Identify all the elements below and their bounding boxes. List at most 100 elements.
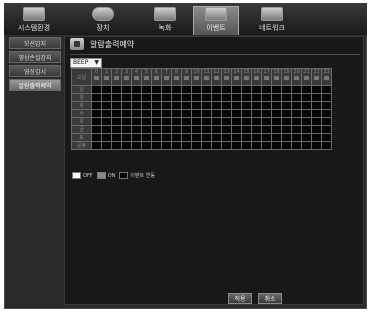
schedule-cell[interactable] bbox=[271, 117, 282, 126]
schedule-cell[interactable] bbox=[91, 109, 102, 118]
schedule-cell[interactable] bbox=[131, 85, 142, 94]
schedule-cell[interactable] bbox=[171, 109, 182, 118]
hour-checkbox[interactable] bbox=[294, 76, 299, 80]
schedule-cell[interactable] bbox=[161, 133, 172, 142]
side-item-video-loss[interactable]: 영상손실감지 bbox=[9, 51, 61, 63]
schedule-cell[interactable] bbox=[191, 141, 202, 150]
schedule-cell[interactable] bbox=[301, 141, 312, 150]
schedule-cell[interactable] bbox=[181, 101, 192, 110]
hour-checkbox[interactable] bbox=[324, 76, 329, 80]
schedule-cell[interactable] bbox=[261, 101, 272, 110]
hour-header[interactable]: 15 bbox=[241, 68, 252, 86]
schedule-cell[interactable] bbox=[271, 101, 282, 110]
schedule-cell[interactable] bbox=[241, 133, 252, 142]
schedule-cell[interactable] bbox=[221, 133, 232, 142]
hour-checkbox[interactable] bbox=[94, 76, 99, 80]
schedule-cell[interactable] bbox=[321, 85, 332, 94]
hour-checkbox[interactable] bbox=[264, 76, 269, 80]
schedule-cell[interactable] bbox=[281, 117, 292, 126]
tab-device[interactable]: 장치 bbox=[86, 6, 120, 35]
hour-header[interactable]: 7 bbox=[161, 68, 172, 86]
schedule-cell[interactable] bbox=[241, 85, 252, 94]
schedule-cell[interactable] bbox=[121, 141, 132, 150]
hour-checkbox[interactable] bbox=[154, 76, 159, 80]
schedule-cell[interactable] bbox=[231, 93, 242, 102]
schedule-cell[interactable] bbox=[311, 101, 322, 110]
schedule-cell[interactable] bbox=[301, 109, 312, 118]
schedule-cell[interactable] bbox=[181, 117, 192, 126]
schedule-cell[interactable] bbox=[221, 117, 232, 126]
schedule-cell[interactable] bbox=[261, 109, 272, 118]
schedule-cell[interactable] bbox=[131, 101, 142, 110]
schedule-cell[interactable] bbox=[101, 125, 112, 134]
schedule-cell[interactable] bbox=[191, 117, 202, 126]
schedule-cell[interactable] bbox=[211, 109, 222, 118]
schedule-cell[interactable] bbox=[201, 85, 212, 94]
hour-header[interactable]: 5 bbox=[141, 68, 152, 86]
hour-checkbox[interactable] bbox=[254, 76, 259, 80]
schedule-cell[interactable] bbox=[171, 85, 182, 94]
schedule-cell[interactable] bbox=[111, 125, 122, 134]
schedule-cell[interactable] bbox=[211, 133, 222, 142]
schedule-cell[interactable] bbox=[161, 125, 172, 134]
schedule-cell[interactable] bbox=[291, 109, 302, 118]
side-item-motion[interactable]: 모션감지 bbox=[9, 37, 61, 49]
schedule-cell[interactable] bbox=[301, 125, 312, 134]
schedule-cell[interactable] bbox=[221, 101, 232, 110]
schedule-cell[interactable] bbox=[311, 109, 322, 118]
hour-header[interactable]: 1 bbox=[101, 68, 112, 86]
hour-header[interactable]: 22 bbox=[311, 68, 322, 86]
schedule-cell[interactable] bbox=[191, 133, 202, 142]
schedule-cell[interactable] bbox=[291, 133, 302, 142]
schedule-cell[interactable] bbox=[201, 101, 212, 110]
hour-checkbox[interactable] bbox=[304, 76, 309, 80]
tab-record[interactable]: 녹화 bbox=[148, 6, 182, 35]
hour-checkbox[interactable] bbox=[194, 76, 199, 80]
hour-checkbox[interactable] bbox=[204, 76, 209, 80]
hour-header[interactable]: 9 bbox=[181, 68, 192, 86]
schedule-cell[interactable] bbox=[151, 101, 162, 110]
side-item-video-watch[interactable]: 영상감시 bbox=[9, 65, 61, 77]
schedule-cell[interactable] bbox=[321, 125, 332, 134]
schedule-cell[interactable] bbox=[321, 117, 332, 126]
schedule-cell[interactable] bbox=[191, 85, 202, 94]
hour-header[interactable]: 18 bbox=[271, 68, 282, 86]
schedule-cell[interactable] bbox=[301, 85, 312, 94]
schedule-cell[interactable] bbox=[181, 133, 192, 142]
schedule-cell[interactable] bbox=[251, 125, 262, 134]
schedule-cell[interactable] bbox=[231, 85, 242, 94]
schedule-cell[interactable] bbox=[111, 117, 122, 126]
schedule-cell[interactable] bbox=[221, 141, 232, 150]
schedule-cell[interactable] bbox=[161, 141, 172, 150]
hour-header[interactable]: 19 bbox=[281, 68, 292, 86]
schedule-cell[interactable] bbox=[151, 109, 162, 118]
day-label[interactable]: 수 bbox=[71, 109, 92, 118]
schedule-cell[interactable] bbox=[271, 125, 282, 134]
schedule-cell[interactable] bbox=[141, 93, 152, 102]
schedule-cell[interactable] bbox=[281, 125, 292, 134]
schedule-cell[interactable] bbox=[291, 85, 302, 94]
tab-network[interactable]: 네트워크 bbox=[252, 6, 292, 35]
hour-header[interactable]: 14 bbox=[231, 68, 242, 86]
hour-header[interactable]: 13 bbox=[221, 68, 232, 86]
tab-system[interactable]: 시스템환경 bbox=[10, 6, 58, 35]
schedule-cell[interactable] bbox=[271, 93, 282, 102]
schedule-cell[interactable] bbox=[231, 101, 242, 110]
schedule-cell[interactable] bbox=[311, 133, 322, 142]
schedule-cell[interactable] bbox=[231, 109, 242, 118]
schedule-cell[interactable] bbox=[111, 101, 122, 110]
schedule-cell[interactable] bbox=[111, 133, 122, 142]
schedule-cell[interactable] bbox=[111, 109, 122, 118]
schedule-cell[interactable] bbox=[171, 101, 182, 110]
schedule-cell[interactable] bbox=[211, 125, 222, 134]
schedule-cell[interactable] bbox=[201, 125, 212, 134]
schedule-cell[interactable] bbox=[281, 93, 292, 102]
schedule-cell[interactable] bbox=[121, 133, 132, 142]
schedule-cell[interactable] bbox=[281, 141, 292, 150]
hour-header[interactable]: 23 bbox=[321, 68, 332, 86]
schedule-cell[interactable] bbox=[151, 141, 162, 150]
schedule-cell[interactable] bbox=[91, 125, 102, 134]
schedule-cell[interactable] bbox=[141, 117, 152, 126]
schedule-cell[interactable] bbox=[131, 125, 142, 134]
schedule-cell[interactable] bbox=[181, 93, 192, 102]
